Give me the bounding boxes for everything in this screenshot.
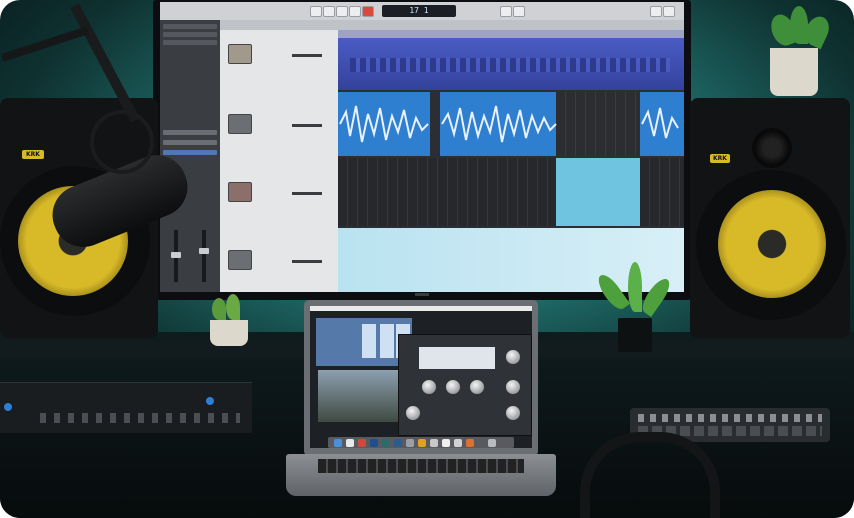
speaker-brand-badge: KRK	[710, 154, 730, 163]
right-speaker: KRK	[690, 98, 850, 338]
timeline-ruler[interactable]	[338, 30, 684, 38]
output-fader-track	[202, 230, 206, 282]
audio-interface	[0, 382, 252, 433]
lightroom-icon[interactable]	[394, 439, 402, 447]
inspector-row	[163, 24, 217, 29]
app-icon[interactable]	[358, 439, 366, 447]
interface-knob-row	[40, 413, 240, 423]
track-header[interactable]	[220, 158, 338, 227]
forward-button[interactable]	[323, 6, 335, 17]
eq-knob[interactable]	[505, 379, 521, 395]
eq-display	[419, 347, 495, 369]
empty-lane	[338, 158, 556, 226]
audio-region-light[interactable]	[556, 158, 640, 226]
photoshop-icon[interactable]	[370, 439, 378, 447]
plant-leaf	[212, 298, 226, 320]
app-icon[interactable]	[406, 439, 414, 447]
stop-button[interactable]	[336, 6, 348, 17]
monitor-stand-logo	[415, 293, 429, 296]
inspector-row	[163, 140, 217, 145]
speaker-brand-text: KRK	[713, 155, 727, 162]
empty-lane	[640, 158, 684, 226]
eq-knob[interactable]	[421, 379, 437, 395]
channel-fader-handle[interactable]	[171, 252, 181, 258]
volume-slider[interactable]	[292, 54, 322, 57]
laptop-screen	[310, 306, 532, 448]
mic-shock-mount	[90, 110, 154, 174]
speaker-brand-badge: KRK	[22, 150, 44, 159]
eq-knob[interactable]	[505, 405, 521, 421]
laptop-keyboard	[318, 459, 524, 473]
app-icon[interactable]	[454, 439, 462, 447]
library-button[interactable]	[650, 6, 662, 17]
daw-toolbar: 17 1	[160, 2, 684, 21]
monitor: 17 1	[153, 0, 691, 300]
eq-knob[interactable]	[445, 379, 461, 395]
track-header[interactable]	[220, 226, 338, 292]
midi-notes	[350, 58, 670, 72]
plant-leaf	[226, 294, 240, 320]
interface-meter	[206, 397, 214, 405]
finder-icon[interactable]	[334, 439, 342, 447]
plugin-module	[380, 324, 394, 358]
daw-screen: 17 1	[160, 2, 684, 292]
volume-slider[interactable]	[292, 192, 322, 195]
eq-plugin-window	[398, 334, 532, 436]
laptop-lid	[304, 300, 538, 456]
plant-pot	[770, 48, 818, 96]
drum-machine-icon	[228, 44, 252, 64]
inspector-row	[163, 150, 217, 155]
keyboard-icon	[228, 182, 252, 202]
laptop-menubar	[310, 306, 532, 311]
tracks-menubar	[220, 20, 684, 30]
play-button[interactable]	[349, 6, 361, 17]
audition-icon[interactable]	[382, 439, 390, 447]
guitar-icon	[228, 114, 252, 134]
photo-frame: 17 1 KRK KRK	[0, 0, 854, 518]
plugin-module	[362, 324, 376, 358]
inspector-row	[163, 130, 217, 135]
plant-pot	[210, 320, 248, 346]
rewind-button[interactable]	[310, 6, 322, 17]
speaker-brand-text: KRK	[26, 151, 40, 158]
volume-slider[interactable]	[292, 260, 322, 263]
count-in-button[interactable]	[513, 6, 525, 17]
output-fader-handle[interactable]	[199, 248, 209, 254]
volume-slider[interactable]	[292, 124, 322, 127]
app-icon[interactable]	[430, 439, 438, 447]
woofer-cone	[718, 190, 826, 298]
inspector-panel	[160, 20, 221, 292]
tweeter	[752, 128, 792, 168]
eq-knob[interactable]	[505, 349, 521, 365]
track-header[interactable]	[220, 30, 338, 91]
inspector-row	[163, 32, 217, 37]
metronome-button[interactable]	[500, 6, 512, 17]
app-icon[interactable]	[442, 439, 450, 447]
inspector-row	[163, 40, 217, 45]
app-icon[interactable]	[466, 439, 474, 447]
photo-preview-window	[318, 370, 398, 422]
controller-knobs	[638, 414, 822, 422]
plant-leaf	[628, 262, 642, 312]
app-icon[interactable]	[346, 439, 354, 447]
amp-icon	[228, 250, 252, 270]
waveform	[339, 105, 679, 143]
browser-button[interactable]	[663, 6, 675, 17]
trash-icon[interactable]	[488, 439, 496, 447]
eq-knob[interactable]	[405, 405, 421, 421]
lcd-position: 17 1	[409, 6, 429, 15]
interface-power-light	[4, 403, 12, 411]
app-icon[interactable]	[418, 439, 426, 447]
track-header[interactable]	[220, 90, 338, 159]
plant-pot-dark	[618, 318, 652, 352]
eq-knob[interactable]	[469, 379, 485, 395]
record-button[interactable]	[362, 6, 374, 17]
mic-arm-upper	[0, 26, 90, 62]
lcd-display: 17 1	[382, 5, 456, 17]
